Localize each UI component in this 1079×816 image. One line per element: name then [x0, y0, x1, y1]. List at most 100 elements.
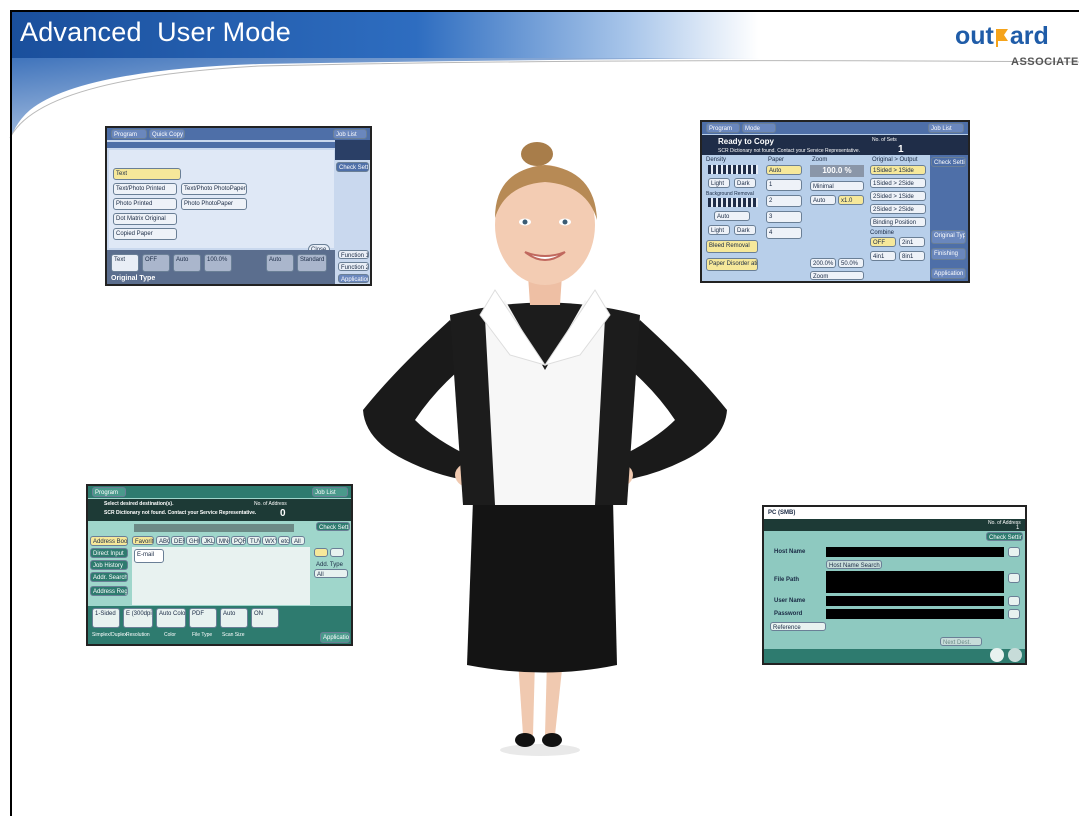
- paper-auto-button[interactable]: Auto: [766, 165, 802, 175]
- output-1-2-button[interactable]: 1Sided > 2Side: [870, 178, 926, 188]
- index-etc[interactable]: etc: [278, 536, 290, 545]
- host-name-keyboard-button[interactable]: [1008, 547, 1020, 557]
- on-button[interactable]: ON: [251, 608, 279, 628]
- tray-4-button[interactable]: 4: [766, 227, 802, 239]
- screenshot-address-book: Program Job List Select desired destinat…: [86, 484, 353, 646]
- combine-8in1-button[interactable]: 8in1: [899, 251, 925, 261]
- zoom-200-button[interactable]: 200.0%: [810, 258, 836, 268]
- index-ghi[interactable]: GHI: [186, 536, 200, 545]
- file-type-button[interactable]: PDF: [189, 608, 217, 628]
- program-button[interactable]: Program: [92, 487, 126, 497]
- check-setting-button[interactable]: Check Setting: [986, 532, 1023, 541]
- tray-2-button[interactable]: 2: [766, 195, 802, 207]
- binding-position-button[interactable]: Binding Position: [870, 217, 926, 227]
- add-type-label: Add. Type: [316, 562, 343, 568]
- simplex-duplex-button[interactable]: 1-Sided: [92, 608, 120, 628]
- tab-quality[interactable]: Standard: [297, 254, 327, 272]
- address-entry[interactable]: E-mail: [134, 549, 164, 563]
- program-button[interactable]: Program: [706, 123, 740, 133]
- color-button[interactable]: Auto Color: [156, 608, 186, 628]
- tray-3-button[interactable]: 3: [766, 211, 802, 223]
- cancel-button[interactable]: [990, 648, 1004, 662]
- dark-button[interactable]: Dark: [734, 178, 756, 188]
- list-view-button[interactable]: [314, 548, 328, 557]
- application-button[interactable]: Application: [320, 632, 350, 643]
- job-list-button[interactable]: Job List: [333, 129, 367, 139]
- tab-paper[interactable]: Auto: [173, 254, 201, 272]
- password-input[interactable]: [826, 609, 1004, 619]
- paper-label: Paper: [768, 157, 785, 163]
- option-copied-paper[interactable]: Copied Paper: [113, 228, 177, 240]
- address-book-tab[interactable]: Address Book: [90, 536, 128, 546]
- host-name-input[interactable]: [826, 547, 1004, 557]
- option-photo-printed[interactable]: Photo Printed: [113, 198, 177, 210]
- divider: [107, 142, 335, 148]
- grid-view-button[interactable]: [330, 548, 344, 557]
- index-jkl[interactable]: JKL: [201, 536, 215, 545]
- reference-select[interactable]: Reference: [770, 622, 826, 631]
- index-pqrs[interactable]: PQRS: [231, 536, 246, 545]
- mode-button[interactable]: Mode: [742, 123, 776, 133]
- output-2-2-button[interactable]: 2Sided > 2Side: [870, 204, 926, 214]
- resolution-button[interactable]: E (300dpi): [123, 608, 153, 628]
- program-button[interactable]: Program: [111, 129, 147, 139]
- logo-text-left: out: [955, 22, 994, 50]
- option-photo-photopaper[interactable]: Photo PhotoPaper: [181, 198, 247, 210]
- option-text-photo-photopaper[interactable]: Text/Photo PhotoPaper: [181, 183, 247, 195]
- file-path-keyboard-button[interactable]: [1008, 573, 1020, 583]
- quick-copy-button[interactable]: Quick Copy: [149, 129, 185, 139]
- addr-search-tab[interactable]: Addr. Search: [90, 572, 128, 582]
- check-setting-button[interactable]: Check Setting: [316, 522, 350, 531]
- combine-2in1-button[interactable]: 2in1: [899, 237, 925, 247]
- user-name-keyboard-button[interactable]: [1008, 596, 1020, 606]
- index-tuv[interactable]: TUV: [247, 536, 261, 545]
- scan-size-button[interactable]: Auto: [220, 608, 248, 628]
- tab-zoom[interactable]: 100.0%: [204, 254, 232, 272]
- output-1-1-button[interactable]: 1Sided > 1Side: [870, 165, 926, 175]
- screenshot-original-type: Program Quick Copy Job List Check Settin…: [105, 126, 372, 286]
- password-keyboard-button[interactable]: [1008, 609, 1020, 619]
- tab-finishing[interactable]: Auto: [266, 254, 294, 272]
- index-wxyz[interactable]: WXYZ: [262, 536, 277, 545]
- tab-duplex[interactable]: OFF: [142, 254, 170, 272]
- index-def[interactable]: DEF: [171, 536, 185, 545]
- host-name-search-button[interactable]: Host Name Search: [826, 560, 882, 569]
- finishing-button[interactable]: Finishing: [931, 248, 966, 260]
- option-text-photo-printed[interactable]: Text/Photo Printed: [113, 183, 177, 195]
- application-button[interactable]: Application: [931, 268, 966, 279]
- slide-header: Advanced User Mode out ard ASSOCIATE: [0, 0, 1079, 140]
- option-text[interactable]: Text: [113, 168, 181, 180]
- address-reg-tab[interactable]: Address Reg.: [90, 586, 128, 596]
- job-list-button[interactable]: Job List: [312, 487, 348, 497]
- option-dot-matrix[interactable]: Dot Matrix Original: [113, 213, 177, 225]
- index-favorite[interactable]: Favorite: [132, 536, 154, 545]
- job-list-button[interactable]: Job List: [928, 123, 964, 133]
- combine-4in1-button[interactable]: 4in1: [870, 251, 896, 261]
- combine-off-button[interactable]: OFF: [870, 237, 896, 247]
- ok-button[interactable]: [1008, 648, 1022, 662]
- check-setting-button[interactable]: Check Setting: [931, 157, 966, 167]
- file-path-input[interactable]: [826, 571, 1004, 593]
- next-dest-button[interactable]: Next Dest.: [940, 637, 982, 646]
- add-type-select[interactable]: All: [314, 569, 348, 578]
- bg-dark-button[interactable]: Dark: [734, 225, 756, 235]
- job-history-tab[interactable]: Job History: [90, 560, 128, 570]
- no-of-sets-value: 1: [898, 144, 904, 155]
- tab-original[interactable]: Text: [111, 254, 139, 272]
- no-of-address-label: No. of Address: [254, 501, 287, 507]
- zoom-button[interactable]: Zoom: [810, 271, 864, 280]
- zoom-50-button[interactable]: 50.0%: [838, 258, 864, 268]
- direct-input-tab[interactable]: Direct Input: [90, 548, 128, 558]
- screenshot-pc-smb: PC (SMB) No. of Address 1 Check Setting …: [762, 505, 1027, 665]
- tray-1-button[interactable]: 1: [766, 179, 802, 191]
- simplex-duplex-label: Simplex/Duplex: [92, 632, 127, 638]
- index-all[interactable]: All: [291, 536, 305, 545]
- index-mno[interactable]: MNO: [216, 536, 230, 545]
- output-2-1-button[interactable]: 2Sided > 1Side: [870, 191, 926, 201]
- original-type-button[interactable]: Original Type: [931, 230, 966, 244]
- zoom-auto-button[interactable]: Auto: [810, 195, 836, 205]
- zoom-x1-button[interactable]: x1.0: [838, 195, 864, 205]
- minimal-button[interactable]: Minimal: [810, 181, 864, 191]
- user-name-input[interactable]: [826, 596, 1004, 606]
- index-abc[interactable]: ABC: [156, 536, 170, 545]
